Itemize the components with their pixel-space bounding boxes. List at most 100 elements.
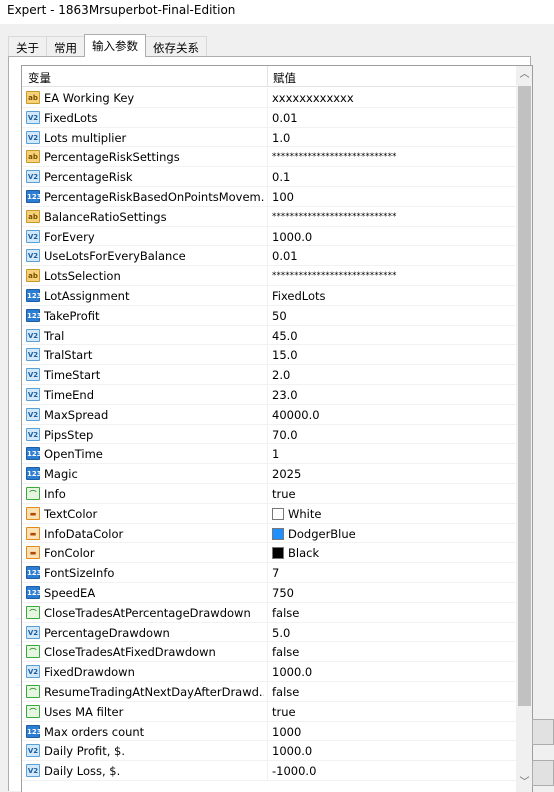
table-row[interactable]: V2 TralStart 15.0 [22, 345, 516, 366]
parameter-value-cell[interactable]: White [272, 507, 321, 521]
table-row[interactable]: ⌒ ResumeTradingAtNextDayAfterDrawd... fals… [22, 681, 516, 702]
parameter-value-cell[interactable]: 7 [272, 566, 279, 580]
tab-common[interactable]: 常用 [46, 36, 85, 57]
parameter-value-cell[interactable]: **************************** [272, 271, 397, 281]
parameter-value-cell[interactable]: 1 [272, 447, 279, 461]
column-divider[interactable] [267, 66, 268, 87]
scrollbar-thumb[interactable] [518, 86, 531, 706]
table-row[interactable]: V2 PercentageDrawdown 5.0 [22, 622, 516, 643]
table-row[interactable]: ⌒ CloseTradesAtFixedDrawdown false [22, 642, 516, 663]
parameter-value-cell[interactable]: 750 [272, 586, 294, 600]
parameter-value-cell[interactable]: FixedLots [272, 289, 326, 303]
table-row[interactable]: V2 Lots multiplier 1.0 [22, 127, 516, 148]
table-row[interactable]: 123 SpeedEA 750 [22, 582, 516, 603]
table-row[interactable]: ab EA Working Key xxxxxxxxxxxx [22, 88, 516, 108]
parameter-value-cell[interactable]: xxxxxxxxxxxx [272, 91, 354, 105]
table-row[interactable]: ▬ TextColor White [22, 503, 516, 524]
parameter-value-cell[interactable]: -1000.0 [272, 764, 316, 778]
table-row[interactable]: ⌒ CloseTradesAtPercentageDrawdown false [22, 602, 516, 623]
parameter-value-cell[interactable]: 45.0 [272, 329, 298, 343]
parameter-name: Lots multiplier [44, 130, 127, 145]
scroll-down-icon[interactable]: ﹀ [516, 774, 532, 791]
parameter-value-cell[interactable]: 1.0 [272, 131, 290, 145]
table-row[interactable]: 123 OpenTime 1 [22, 444, 516, 465]
scroll-up-icon[interactable]: ︿ [516, 66, 532, 83]
table-row[interactable]: 123 TakeProfit 50 [22, 305, 516, 326]
parameters-table: 变量 赋值 ab EA Working Key xxxxxxxxxxxx V2 Fixe… [21, 65, 533, 792]
table-row[interactable]: V2 UseLotsForEveryBalance 0.01 [22, 246, 516, 267]
tab-dependencies[interactable]: 依存关系 [145, 36, 207, 57]
table-row[interactable]: 123 Magic 2025 [22, 464, 516, 484]
vertical-scrollbar[interactable]: ︿ ﹀ [516, 66, 532, 792]
table-row[interactable]: 123 PercentageRiskBasedOnPointsMovem... 10… [22, 186, 516, 207]
table-row[interactable]: ab LotsSelection *************************… [22, 266, 516, 286]
side-button-upper[interactable] [532, 719, 554, 745]
table-row[interactable]: 123 LotAssignment FixedLots [22, 285, 516, 306]
parameter-value-cell[interactable]: 40000.0 [272, 408, 320, 422]
parameter-value-cell[interactable]: 23.0 [272, 388, 298, 402]
string-type-icon: ab [26, 150, 40, 164]
column-header-value[interactable]: 赋值 [273, 70, 296, 86]
parameter-name: Uses MA filter [44, 704, 124, 719]
table-row[interactable]: V2 TimeEnd 23.0 [22, 384, 516, 405]
side-button-lower[interactable] [532, 760, 554, 786]
table-row[interactable]: V2 Daily Loss, $. -1000.0 [22, 761, 516, 781]
parameter-value-cell[interactable]: 0.1 [272, 170, 290, 184]
table-row[interactable]: ⌒ Uses MA filter true [22, 701, 516, 722]
parameter-value-cell[interactable]: false [272, 645, 299, 659]
column-header-variable[interactable]: 变量 [28, 70, 51, 86]
integer-type-icon: 123 [26, 189, 42, 203]
parameter-value-cell[interactable]: Black [272, 546, 319, 560]
parameter-value-cell[interactable]: 70.0 [272, 428, 298, 442]
parameter-value: 0.01 [272, 110, 298, 125]
parameter-value-cell[interactable]: 1000.0 [272, 744, 312, 758]
table-row[interactable]: ▬ InfoDataColor DodgerBlue [22, 523, 516, 544]
table-row[interactable]: ⌒ Info true [22, 483, 516, 504]
parameter-value-cell[interactable]: 1000.0 [272, 665, 312, 679]
table-row[interactable]: V2 MaxSpread 40000.0 [22, 404, 516, 425]
table-row[interactable]: V2 ForEvery 1000.0 [22, 226, 516, 247]
table-row[interactable]: ab BalanceRatioSettings ******************… [22, 206, 516, 227]
parameter-value-cell[interactable]: 100 [272, 190, 294, 204]
cell-divider [267, 721, 268, 741]
tab-panel: 变量 赋值 ab EA Working Key xxxxxxxxxxxx V2 Fixe… [8, 56, 533, 792]
parameter-value-cell[interactable]: 5.0 [272, 626, 290, 640]
parameter-value-cell[interactable]: 2.0 [272, 368, 290, 382]
parameter-value-cell[interactable]: **************************** [272, 212, 397, 222]
table-row[interactable]: ▬ FonColor Black [22, 543, 516, 564]
tab-inputs[interactable]: 输入参数 [84, 34, 146, 57]
parameter-name: ResumeTradingAtNextDayAfterDrawd... [44, 684, 264, 699]
table-row[interactable]: V2 PercentageRisk 0.1 [22, 167, 516, 187]
cell-divider [267, 582, 268, 602]
table-row[interactable]: ab PercentageRiskSettings ****************… [22, 147, 516, 168]
bool-type-icon: ⌒ [26, 684, 40, 698]
parameter-value-cell[interactable]: **************************** [272, 152, 397, 162]
table-row[interactable]: 123 Max orders count 1000 [22, 721, 516, 742]
parameter-value: false [272, 605, 300, 620]
table-row[interactable]: V2 PipsStep 70.0 [22, 424, 516, 445]
parameter-value-cell[interactable]: 0.01 [272, 249, 298, 263]
table-row[interactable]: V2 TimeStart 2.0 [22, 365, 516, 385]
parameter-value-cell[interactable]: 1000 [272, 725, 301, 739]
parameter-value-cell[interactable]: 0.01 [272, 111, 298, 125]
parameter-value: FixedLots [272, 288, 326, 303]
cell-divider [267, 365, 268, 384]
parameter-value-cell[interactable]: true [272, 487, 296, 501]
parameter-value-cell[interactable]: 15.0 [272, 348, 298, 362]
parameter-value: 2025 [272, 467, 302, 482]
color-type-icon: ▬ [26, 546, 40, 560]
parameter-value-cell[interactable]: false [272, 685, 299, 699]
tab-about[interactable]: 关于 [8, 36, 47, 57]
parameter-value-cell[interactable]: DodgerBlue [272, 527, 356, 541]
parameter-value-cell[interactable]: true [272, 705, 296, 719]
integer-type-icon: 123 [26, 566, 42, 580]
parameter-value-cell[interactable]: 50 [272, 309, 287, 323]
table-row[interactable]: 123 FontSizeInfo 7 [22, 563, 516, 583]
table-row[interactable]: V2 Tral 45.0 [22, 325, 516, 346]
parameter-value-cell[interactable]: 2025 [272, 467, 301, 481]
table-row[interactable]: V2 FixedLots 0.01 [22, 107, 516, 128]
table-row[interactable]: V2 Daily Profit, $. 1000.0 [22, 741, 516, 762]
parameter-value-cell[interactable]: false [272, 606, 299, 620]
parameter-value-cell[interactable]: 1000.0 [272, 230, 312, 244]
table-row[interactable]: V2 FixedDrawdown 1000.0 [22, 662, 516, 682]
